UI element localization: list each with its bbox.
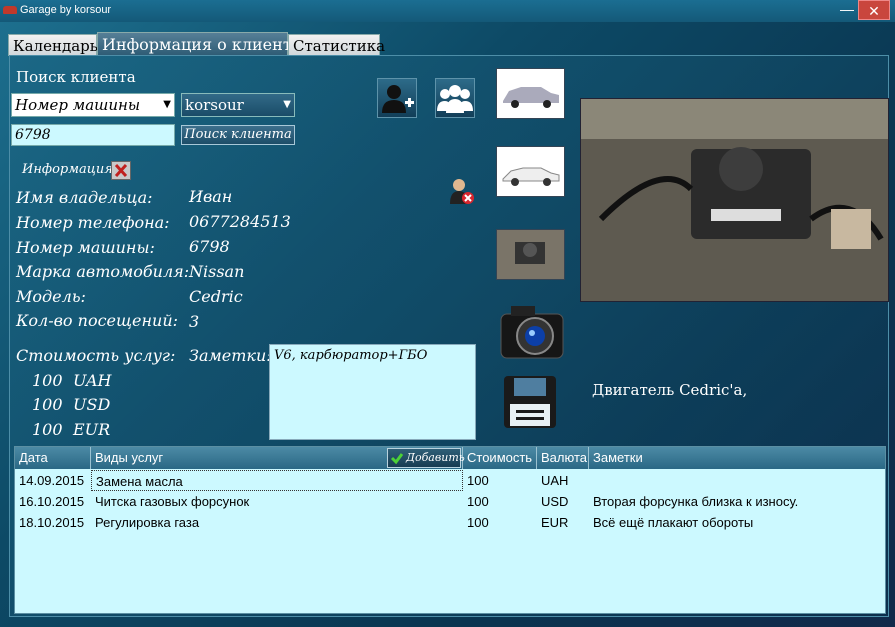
- cost-amount: 100: [32, 395, 63, 414]
- user-select-value: korsour: [185, 96, 244, 114]
- cost-currency: UAH: [73, 371, 112, 390]
- search-input[interactable]: 6798: [11, 124, 175, 146]
- engine-image: [581, 99, 888, 301]
- car-photo-icon: [503, 87, 559, 108]
- model-label: Модель:: [16, 287, 86, 306]
- search-group-title: Поиск клиента: [16, 68, 136, 86]
- cost-currency: USD: [73, 395, 111, 414]
- plate-value: 6798: [189, 237, 230, 256]
- column-header-currency[interactable]: Валюта: [537, 447, 589, 469]
- table-row[interactable]: 14.09.2015 Замена масла 100 UAH: [15, 470, 885, 491]
- engine-photo-icon: [515, 242, 545, 264]
- column-header-notes[interactable]: Заметки: [589, 447, 887, 469]
- table-header: Дата Виды услуг Стоимость Валюта Заметки…: [15, 447, 885, 469]
- user-select[interactable]: korsour ▼: [181, 93, 295, 117]
- add-service-button[interactable]: Добавить: [387, 448, 465, 468]
- cell-service: Читска газовых форсунок: [95, 494, 250, 509]
- engine-thumbnail[interactable]: [496, 229, 565, 280]
- info-group-title: Информация: [22, 162, 113, 177]
- clear-info-button[interactable]: [111, 161, 131, 180]
- visits-label: Кол-во посещений:: [16, 311, 179, 330]
- cell-currency: EUR: [541, 515, 569, 530]
- services-table: Дата Виды услуг Стоимость Валюта Заметки…: [14, 446, 886, 614]
- plate-label: Номер машины:: [16, 238, 155, 257]
- notes-field[interactable]: V6, карбюратор+ГБО: [269, 344, 476, 440]
- column-header-cost[interactable]: Стоимость: [463, 447, 537, 469]
- car-thumbnail-1[interactable]: [496, 68, 565, 119]
- remove-user-icon: [450, 179, 474, 204]
- car-thumbnail-2[interactable]: [496, 146, 565, 197]
- add-client-button[interactable]: [377, 78, 417, 118]
- photo-caption: Двигатель Cedric'а,: [592, 381, 748, 399]
- delete-client-button[interactable]: [447, 177, 475, 205]
- phone-label: Номер телефона:: [16, 213, 170, 232]
- cell-notes: Всё ещё плакают обороты: [593, 515, 754, 530]
- cell-date: 16.10.2015: [19, 494, 85, 509]
- phone-value: 0677284513: [189, 212, 291, 231]
- floppy-disk-icon: [504, 376, 556, 428]
- car-photo-icon: [502, 167, 560, 186]
- brand-value: Nissan: [189, 262, 245, 281]
- column-header-date[interactable]: Дата: [15, 447, 91, 469]
- checkmark-icon: [390, 453, 404, 465]
- users-group-icon: [437, 85, 473, 113]
- camera-icon: [500, 306, 564, 359]
- visits-value: 3: [189, 312, 200, 331]
- title-bar: Garage by korsour — ✕: [0, 0, 895, 22]
- cell-currency: USD: [541, 494, 569, 509]
- take-photo-button[interactable]: [497, 298, 567, 366]
- cost-amount: 100: [32, 420, 63, 439]
- owner-label: Имя владельца:: [16, 188, 153, 207]
- chevron-down-icon: ▼: [163, 99, 171, 110]
- cost-label: Стоимость услуг:: [16, 346, 176, 365]
- cell-notes: [589, 470, 887, 491]
- cell-currency: UAH: [541, 473, 569, 488]
- search-client-button[interactable]: Поиск клиента: [181, 125, 295, 145]
- minimize-button[interactable]: —: [836, 0, 858, 22]
- add-user-icon: [382, 85, 414, 113]
- window-title: Garage by korsour: [20, 4, 112, 16]
- chevron-down-icon: ▼: [283, 99, 291, 110]
- cost-amount: 100: [32, 371, 63, 390]
- delete-icon: [114, 163, 128, 178]
- model-value: Cedric: [189, 287, 243, 306]
- cell-notes: Вторая форсунка близка к износу.: [593, 494, 799, 509]
- tab-statistics[interactable]: Статистика: [288, 34, 385, 56]
- cell-date: 18.10.2015: [19, 515, 85, 530]
- cell-cost: 100: [467, 515, 489, 530]
- car-icon: [3, 6, 17, 14]
- table-row[interactable]: 16.10.2015 Читска газовых форсунок 100 U…: [15, 491, 885, 512]
- save-button[interactable]: [502, 374, 558, 430]
- engine-photo: [580, 98, 889, 302]
- table-row[interactable]: 18.10.2015 Регулировка газа 100 EUR Всё …: [15, 512, 885, 533]
- main-window: Календарь Информация о клиенте Статистик…: [0, 22, 895, 627]
- cell-cost: 100: [467, 494, 489, 509]
- tab-client-info[interactable]: Информация о клиенте: [97, 32, 301, 56]
- tab-calendar[interactable]: Календарь: [8, 34, 98, 56]
- owner-value: Иван: [189, 187, 233, 206]
- brand-label: Марка автомобиля:: [16, 262, 190, 281]
- cell-service: Регулировка газа: [95, 515, 200, 530]
- close-button[interactable]: ✕: [858, 0, 890, 20]
- search-field-value: Номер машины: [15, 96, 141, 114]
- cell-cost: 100: [467, 473, 489, 488]
- clients-list-button[interactable]: [435, 78, 475, 118]
- cell-service[interactable]: Замена масла: [91, 470, 463, 491]
- search-field-select[interactable]: Номер машины ▼: [11, 93, 175, 117]
- cost-currency: EUR: [73, 420, 111, 439]
- cell-date: 14.09.2015: [19, 473, 85, 488]
- notes-label: Заметки:: [189, 346, 272, 365]
- add-service-label: Добавить: [406, 451, 465, 464]
